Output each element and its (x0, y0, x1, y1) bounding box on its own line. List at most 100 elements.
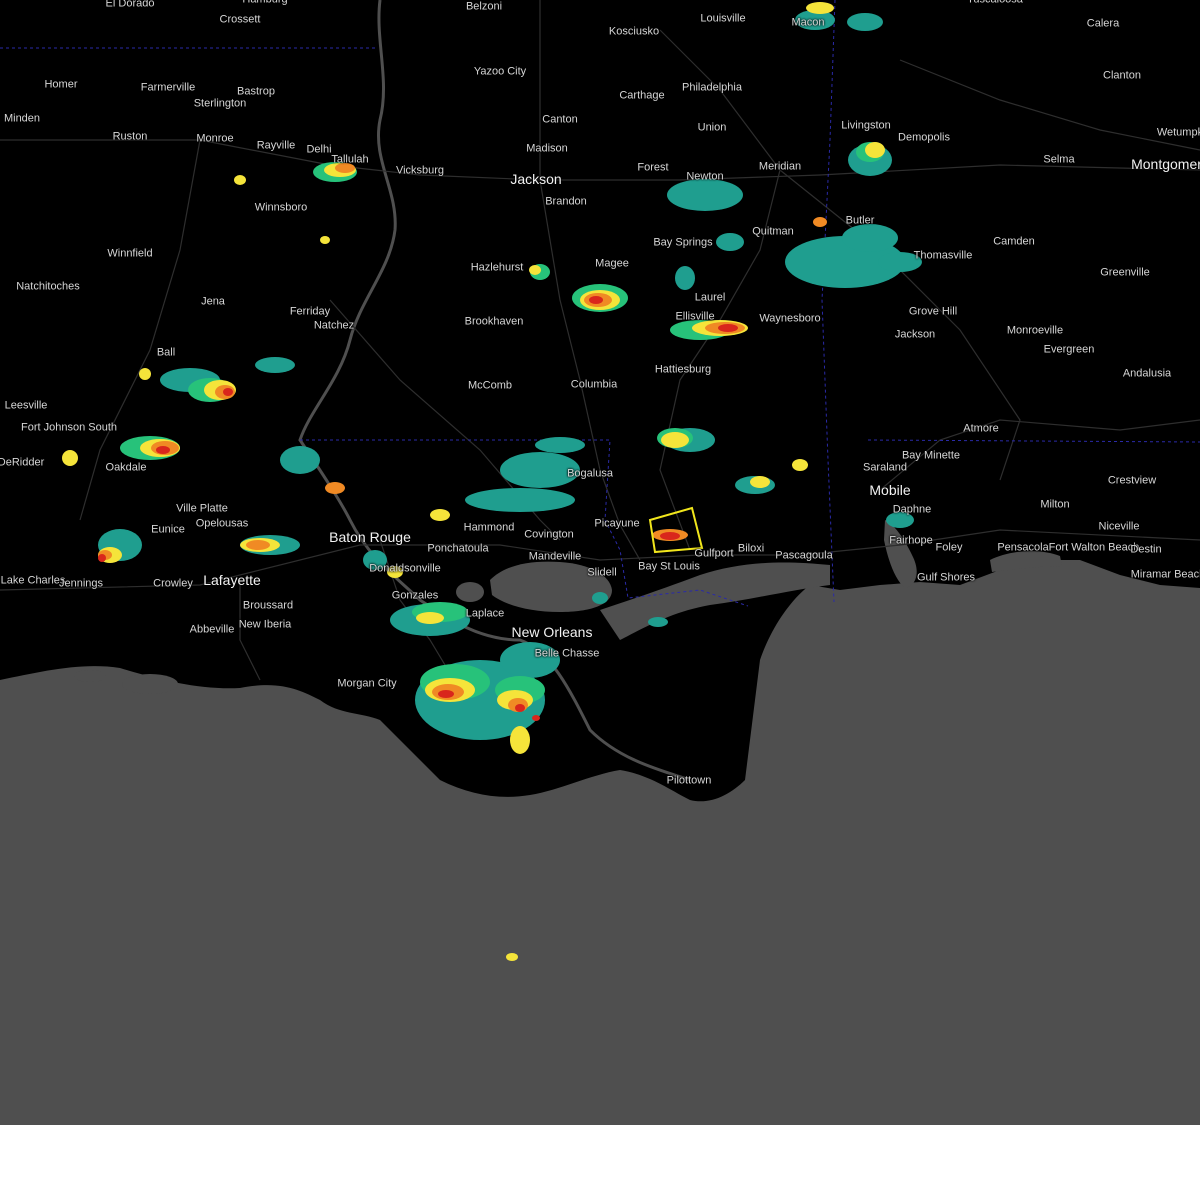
city-label: Crestview (1107, 474, 1157, 487)
city-label: Jennings (58, 577, 104, 590)
city-label: Picayune (594, 517, 640, 530)
city-label: Quitman (752, 225, 794, 238)
city-label: Niceville (1098, 520, 1140, 533)
city-label: Brandon (545, 195, 587, 208)
city-label: Clanton (1103, 69, 1141, 82)
city-label: Calera (1086, 17, 1120, 30)
city-label: Eunice (151, 523, 185, 536)
city-label: Columbia (570, 378, 618, 391)
city-label: Montgomery (1131, 156, 1200, 172)
city-label: Hazlehurst (470, 261, 524, 274)
city-label: Bay St Louis (638, 560, 700, 573)
city-label: Union (697, 121, 727, 134)
radar-map[interactable]: El Dorado Crossett Hamburg Belzoni Kosciusko… (0, 0, 1200, 1125)
city-label: Laplace (465, 607, 505, 620)
city-label: Jena (201, 295, 225, 308)
city-label: Abbeville (189, 623, 235, 636)
city-label: DeRidder (0, 456, 45, 469)
city-label: Hattiesburg (654, 363, 712, 376)
city-label: Daphne (892, 503, 932, 516)
city-label: Hammond (463, 521, 515, 534)
city-label: Hamburg (242, 0, 287, 6)
city-label: Fort Walton Beach (1048, 541, 1140, 554)
city-label: Delhi (306, 143, 332, 156)
city-label: Belzoni (465, 0, 503, 13)
city-label: Ville Platte (176, 502, 228, 515)
city-label: Vicksburg (395, 164, 445, 177)
city-label: Carthage (619, 89, 665, 102)
city-label: Pilottown (666, 774, 712, 787)
city-label: New Orleans (511, 624, 593, 640)
city-label: Fort Johnson South (20, 421, 118, 434)
city-label: Biloxi (737, 542, 765, 555)
city-label: Butler (845, 214, 875, 227)
city-label: Kosciusko (608, 25, 660, 38)
city-label: New Iberia (238, 618, 292, 631)
city-label: Destin (1130, 543, 1162, 556)
city-label: Saraland (862, 461, 908, 474)
city-label: Meridian (758, 160, 802, 173)
city-label: Ellisville (675, 310, 715, 323)
city-label: Macon (791, 16, 825, 29)
city-label: Madison (526, 142, 568, 155)
city-label: Baton Rouge (329, 529, 411, 545)
city-label: Minden (3, 112, 41, 125)
city-label: Mobile (869, 482, 911, 498)
city-label: Brookhaven (464, 315, 524, 328)
city-label: Camden (993, 235, 1035, 248)
city-label: Lafayette (203, 572, 261, 588)
city-label: Yazoo City (473, 65, 527, 78)
city-label: Forest (637, 161, 669, 174)
city-label: Winnsboro (254, 201, 308, 214)
city-label: Evergreen (1043, 343, 1095, 356)
city-label: Gulfport (694, 547, 734, 560)
city-label: Ruston (112, 130, 148, 143)
grand-lake (122, 674, 178, 694)
city-label: Homer (44, 78, 78, 91)
city-label: Winnfield (107, 247, 153, 260)
white-lake (74, 670, 106, 682)
city-label: Bay Minette (901, 449, 961, 462)
city-label: Lake Charles (0, 574, 66, 587)
city-label: Demopolis (898, 131, 950, 144)
city-label: Monroe (196, 132, 234, 145)
city-label: Ferriday (289, 305, 331, 318)
city-label: Canton (542, 113, 578, 126)
city-label: Bastrop (237, 85, 275, 98)
city-label: Sterlington (193, 97, 247, 110)
city-label: Bogalusa (567, 467, 613, 480)
city-label: Farmerville (140, 81, 196, 94)
city-label: Oakdale (105, 461, 147, 474)
city-label: Crowley (153, 577, 193, 590)
city-label: Natchez (313, 319, 355, 332)
city-label: Wetumpka (1156, 126, 1200, 139)
city-label: Greenville (1100, 266, 1150, 279)
city-label: Pensacola (997, 541, 1049, 554)
city-label: El Dorado (105, 0, 155, 10)
city-label: Jackson (894, 328, 936, 341)
city-label: Atmore (963, 422, 999, 435)
lake-maurepas (456, 582, 484, 602)
city-label: Livingston (841, 119, 891, 132)
city-label: Morgan City (337, 677, 397, 690)
city-label: Covington (524, 528, 574, 541)
city-label: Louisville (700, 12, 746, 25)
city-label: Foley (935, 541, 963, 554)
city-label: Rayville (256, 139, 296, 152)
city-label: McComb (467, 379, 513, 392)
city-label: Jackson (510, 171, 562, 187)
city-label: Selma (1043, 153, 1075, 166)
city-label: Tuscaloosa (967, 0, 1023, 6)
city-label: Ponchatoula (427, 542, 489, 555)
city-label: Bay Springs (653, 236, 713, 249)
city-label: Laurel (694, 291, 726, 304)
city-label: Waynesboro (759, 312, 821, 325)
city-label: Mandeville (528, 550, 582, 563)
footer-area (0, 1125, 1200, 1200)
city-label: Pascagoula (775, 549, 833, 562)
city-label: Milton (1040, 498, 1070, 511)
city-label: Grove Hill (908, 305, 958, 318)
city-label: Slidell (587, 566, 617, 579)
city-label: Tallulah (331, 153, 369, 166)
city-label: Andalusia (1122, 367, 1172, 380)
